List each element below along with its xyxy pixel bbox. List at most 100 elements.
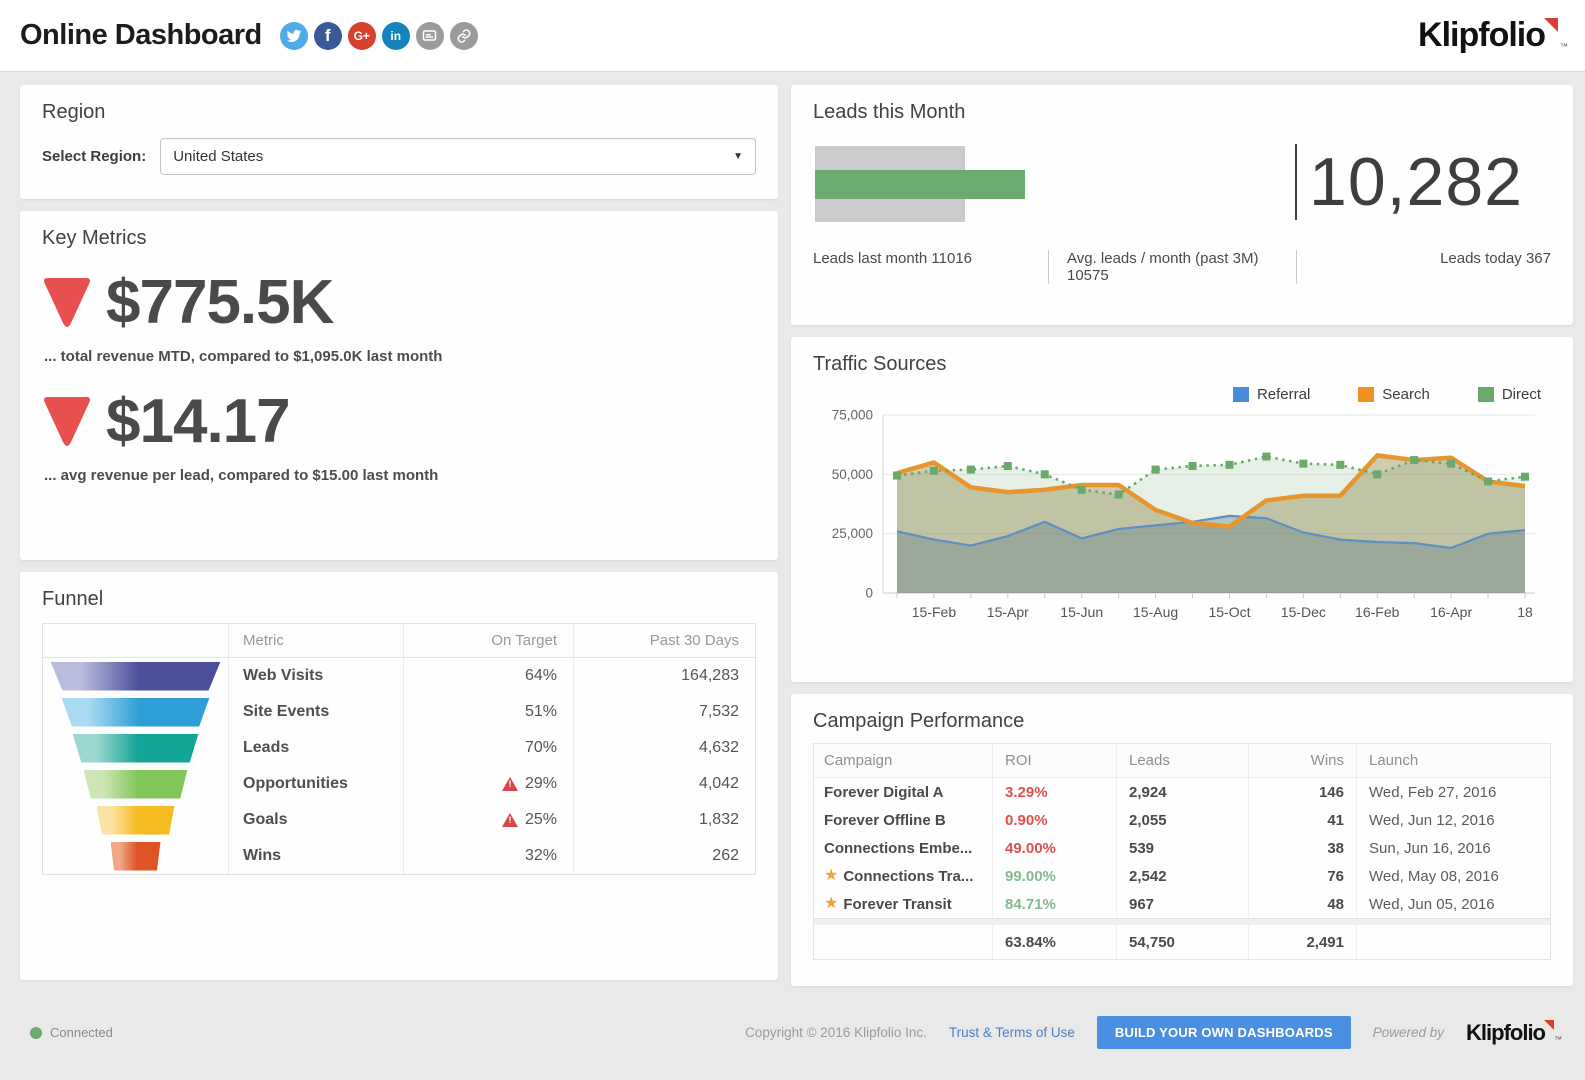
- campaign-row: Forever Digital A 3.29% 2,924 146 Wed, Feb 2…: [814, 778, 1550, 806]
- svg-text:16-Apr: 16-Apr: [1430, 604, 1472, 620]
- svg-text:15-Feb: 15-Feb: [912, 604, 957, 620]
- klipfolio-footer-logo-triangle: [1544, 1019, 1554, 1030]
- dashboard-main: Region Select Region: United States ▼ Ke…: [0, 72, 1585, 995]
- totals-empty-cell: [814, 925, 992, 959]
- link-icon[interactable]: [449, 21, 478, 50]
- svg-text:15-Jun: 15-Jun: [1060, 604, 1103, 620]
- campaign-roi-cell: 99.00%: [992, 862, 1116, 890]
- region-panel-title: Region: [42, 101, 106, 123]
- big-number-divider: [1295, 144, 1298, 220]
- totals-launch-cell: [1356, 925, 1550, 959]
- funnel-past30-cell: 262: [573, 838, 755, 874]
- funnel-ontarget-cell: 70%: [403, 730, 573, 766]
- campaign-header-cell: ROI: [992, 744, 1116, 777]
- campaign-name: Forever Transit: [843, 895, 952, 913]
- campaign-launch-cell: Wed, May 08, 2016: [1356, 862, 1550, 890]
- metric-revenue: $775.5K: [42, 272, 756, 334]
- funnel-metric-cell: Opportunities: [228, 766, 403, 802]
- campaign-roi-cell: 49.00%: [992, 834, 1116, 862]
- funnel-row: Goals! 25% 1,832: [43, 802, 755, 838]
- svg-text:15-Oct: 15-Oct: [1208, 604, 1250, 620]
- email-icon[interactable]: [415, 21, 444, 50]
- warning-icon: !: [501, 777, 518, 791]
- legend-item-referral: Referral: [1232, 386, 1311, 403]
- region-select[interactable]: United States ▼: [160, 138, 756, 175]
- leads-last-month-stat: Leads last month 11016: [813, 250, 973, 267]
- legend-label: Referral: [1256, 386, 1311, 403]
- linkedin-icon[interactable]: in: [381, 21, 410, 50]
- funnel-metric-cell: Wins: [228, 838, 403, 874]
- down-arrow-icon: [44, 397, 90, 446]
- campaign-leads-cell: 2,924: [1116, 778, 1248, 806]
- campaign-header-row: Campaign ROI Leads Wins Launch: [814, 744, 1550, 778]
- legend-item-direct: Direct: [1477, 386, 1541, 403]
- campaign-launch-value: Wed, Feb 27, 2016: [1369, 783, 1497, 801]
- metric-avg-revenue-caption: ... avg revenue per lead, compared to $1…: [44, 467, 439, 484]
- funnel-header-cell: Past 30 Days: [573, 624, 755, 657]
- copyright-text: Copyright © 2016 Klipfolio Inc.: [745, 1025, 927, 1040]
- funnel-header-row: Metric On Target Past 30 Days: [43, 624, 755, 658]
- campaign-header-cell: Wins: [1248, 744, 1356, 777]
- campaign-table: Campaign ROI Leads Wins Launch Forever Digita…: [813, 743, 1551, 960]
- funnel-panel: Funnel Metric On Target Past 30 Days Web Vi…: [20, 572, 778, 980]
- campaign-name-cell: Forever Digital A: [814, 778, 992, 806]
- powered-by-label: Powered by: [1372, 1025, 1445, 1040]
- googleplus-icon[interactable]: G+: [347, 21, 376, 50]
- funnel-row: Site Events 51% 7,532: [43, 694, 755, 730]
- svg-text:15-Apr: 15-Apr: [987, 604, 1029, 620]
- page-title: Online Dashboard: [20, 19, 262, 51]
- campaign-leads-cell: 2,542: [1116, 862, 1248, 890]
- leads-today-stat: Leads today 367: [1296, 250, 1551, 284]
- leads-bullet-chart: [813, 146, 1053, 224]
- leads-current-value: 10,282: [1309, 144, 1523, 220]
- campaign-wins-value: 146: [1318, 783, 1344, 801]
- funnel-ontarget-cell: ! 25%: [403, 802, 573, 838]
- funnel-shape-cell: [43, 694, 228, 730]
- warning-bang: !: [508, 815, 512, 825]
- campaign-header-cell: Launch: [1356, 744, 1550, 777]
- connected-dot-icon: [30, 1026, 42, 1039]
- campaign-header-cell: Campaign: [824, 752, 893, 769]
- twitter-icon[interactable]: [279, 21, 308, 50]
- campaign-leads-value: 2,924: [1129, 783, 1167, 801]
- funnel-past30-cell: 1,832: [573, 802, 755, 838]
- dropdown-caret-icon: ▼: [733, 151, 743, 162]
- svg-text:15-Aug: 15-Aug: [1133, 604, 1178, 620]
- app-footer: Connected Copyright © 2016 Klipfolio Inc…: [0, 995, 1585, 1080]
- campaign-leads-value: 2,055: [1129, 811, 1167, 829]
- funnel-ontarget-cell: 51%: [403, 694, 573, 730]
- metric-avg-revenue: $14.17: [42, 391, 756, 453]
- campaign-row: Connections Embe... 49.00% 539 38 Sun, Jun 1…: [814, 834, 1550, 862]
- traffic-sources-panel: Traffic Sources Referral Search Direct 0 25…: [791, 337, 1573, 682]
- campaign-wins-cell: 38: [1248, 834, 1356, 862]
- funnel-row: Opportunities! 29% 4,042: [43, 766, 755, 802]
- funnel-metric-cell: Leads: [228, 730, 403, 766]
- campaign-name: Connections Tra...: [843, 867, 974, 885]
- funnel-ontarget-value: 51%: [524, 703, 557, 720]
- campaign-launch-value: Wed, Jun 05, 2016: [1369, 895, 1495, 913]
- campaign-name: Connections Embe...: [824, 839, 973, 857]
- campaign-wins-cell: 41: [1248, 806, 1356, 834]
- funnel-ontarget-cell: 32%: [403, 838, 573, 874]
- legend-label: Search: [1382, 386, 1430, 403]
- campaign-roi-value: 49.00%: [1005, 839, 1056, 857]
- campaign-leads-cell: 967: [1116, 890, 1248, 918]
- campaign-leads-value: 539: [1129, 839, 1155, 857]
- campaign-leads-value: 967: [1129, 895, 1155, 913]
- campaign-roi-value: 84.71%: [1005, 895, 1056, 913]
- right-column: Leads this Month 10,282 Leads last month…: [791, 85, 1573, 986]
- facebook-icon[interactable]: f: [313, 21, 342, 50]
- svg-text:16-Feb: 16-Feb: [1355, 604, 1400, 620]
- star-icon: ★: [824, 867, 839, 884]
- legend-label: Direct: [1501, 386, 1541, 403]
- campaign-roi-value: 99.00%: [1005, 867, 1056, 885]
- campaign-row: ★ Forever Transit 84.71% 967 48 Wed, Jun 05, …: [814, 890, 1550, 918]
- terms-link[interactable]: Trust & Terms of Use: [949, 1025, 1075, 1040]
- funnel-past30-cell: 164,283: [573, 658, 755, 694]
- build-dashboards-button[interactable]: BUILD YOUR OWN DASHBOARDS: [1096, 1016, 1351, 1049]
- funnel-metric-cell: Goals: [228, 802, 403, 838]
- leads-this-month-title: Leads this Month: [813, 101, 966, 123]
- funnel-shape-cell: [43, 838, 228, 874]
- svg-text:0: 0: [865, 586, 873, 601]
- footer-right: Copyright © 2016 Klipfolio Inc. Trust & …: [745, 1016, 1562, 1049]
